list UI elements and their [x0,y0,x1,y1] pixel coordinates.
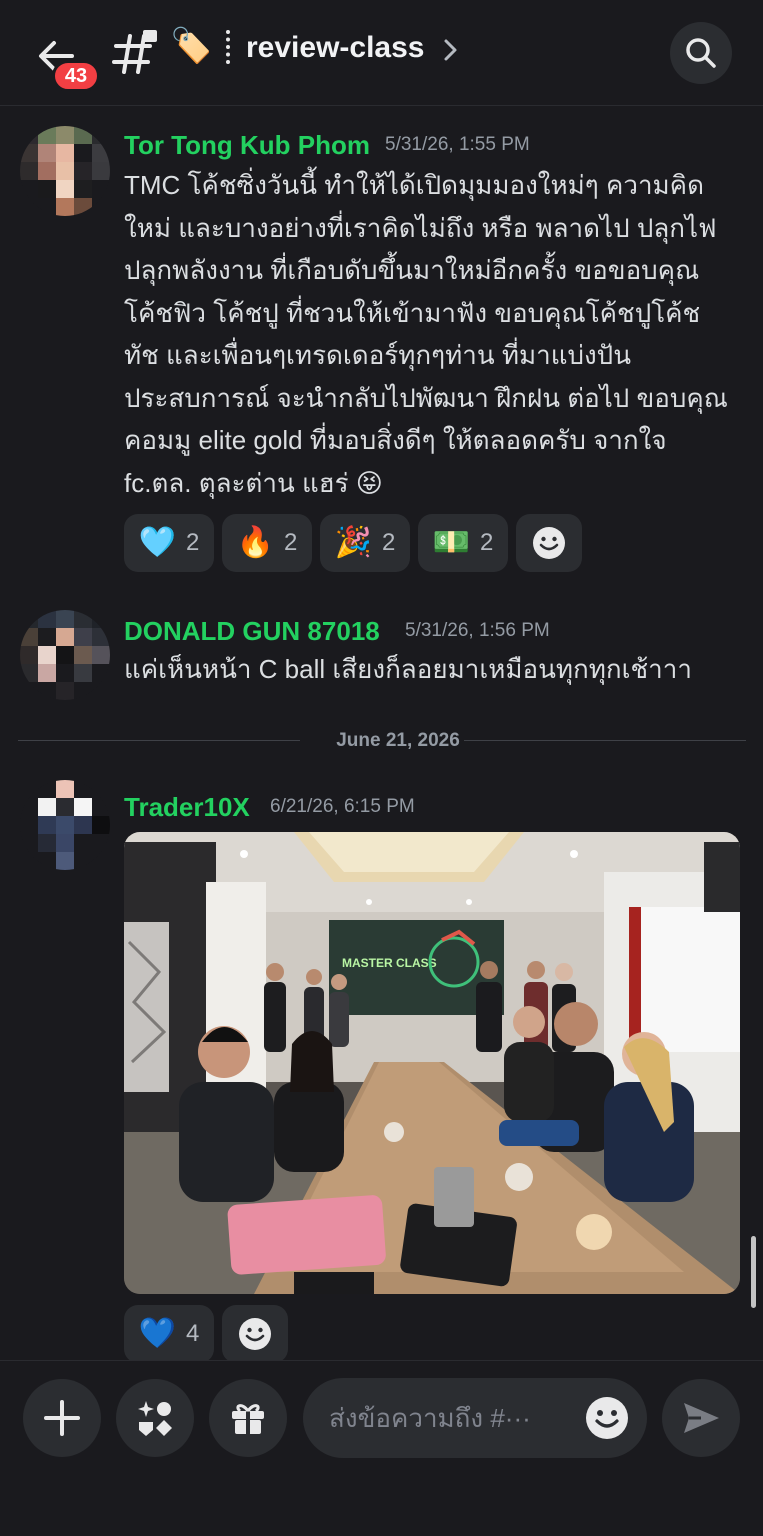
search-icon [686,38,716,68]
plus-icon [44,1400,80,1436]
send-button[interactable] [662,1379,740,1457]
message-input-placeholder: ส่งข้อความถึง #··· [329,1403,531,1433]
scrollbar-thumb[interactable] [751,1236,756,1308]
unread-badge: 43 [52,60,100,92]
message-timestamp: 5/31/26, 1:55 PM [385,134,530,155]
apps-button[interactable] [116,1379,194,1457]
date-divider-label: June 21, 2026 [336,730,460,751]
message-username[interactable]: DONALD GUN 87018 [124,614,380,648]
light-blue-heart-icon: 🩵 [138,526,176,559]
chevron-right-icon[interactable] [442,38,460,62]
reaction-blue-heart[interactable]: 💙 4 [124,1305,214,1363]
reaction-count: 2 [480,529,494,556]
message-composer: ส่งข้อความถึง #··· [0,1360,763,1536]
reaction-count: 2 [186,529,200,556]
send-icon [684,1403,719,1433]
avatar[interactable] [20,126,110,216]
reaction-bar: 🩵 2 🔥 2 🎉 2 💵 2 [124,514,582,572]
meeting-room-photo: MASTER CLASS [124,832,740,1294]
reaction-count: 2 [284,529,298,556]
apps-icon [138,1401,172,1436]
channel-name[interactable]: review-class [246,28,424,68]
party-popper-icon: 🎉 [334,526,372,559]
add-reaction-button[interactable] [222,1305,288,1363]
channel-header: 43 🏷️ review-class [0,0,763,106]
search-button[interactable] [670,22,732,84]
smile-add-icon [533,527,565,559]
message-text: แค่เห็นหน้า C ball เสียงก็ลอยมาเหมือนทุก… [124,654,692,684]
reaction-money[interactable]: 💵 2 [418,514,508,572]
gift-icon [232,1404,264,1434]
message-input[interactable]: ส่งข้อความถึง #··· [303,1378,647,1458]
reaction-party-popper[interactable]: 🎉 2 [320,514,410,572]
message-timestamp: 5/31/26, 1:56 PM [405,620,550,641]
image-attachment[interactable]: MASTER CLASS [124,832,740,1294]
reaction-light-blue-heart[interactable]: 🩵 2 [124,514,214,572]
message-timestamp: 6/21/26, 6:15 PM [270,796,415,817]
reaction-fire[interactable]: 🔥 2 [222,514,312,572]
message-username[interactable]: Tor Tong Kub Phom [124,128,370,162]
attach-button[interactable] [23,1379,101,1457]
add-reaction-button[interactable] [516,514,582,572]
blue-heart-icon: 💙 [138,1317,176,1350]
reaction-count: 2 [382,529,396,556]
channel-separator [226,30,230,64]
tag-icon: 🏷️ [170,27,213,65]
reaction-bar: 💙 4 [124,1305,288,1363]
message-username[interactable]: Trader10X [124,790,250,824]
date-divider: June 21, 2026 [18,726,746,756]
fire-icon: 🔥 [236,526,274,559]
gift-button[interactable] [209,1379,287,1457]
emoji-icon[interactable] [585,1396,629,1440]
money-icon: 💵 [432,526,470,559]
message-text: TMC โค้ชซิ่งวันนี้ ทำให้ได้เปิดมุมมองใหม… [124,170,728,498]
reaction-count: 4 [186,1320,200,1347]
smile-add-icon [239,1318,271,1350]
avatar[interactable] [20,610,110,700]
hashtag-icon [112,30,157,74]
screen-title: MASTER CLASS [342,956,437,970]
avatar[interactable] [20,780,110,870]
